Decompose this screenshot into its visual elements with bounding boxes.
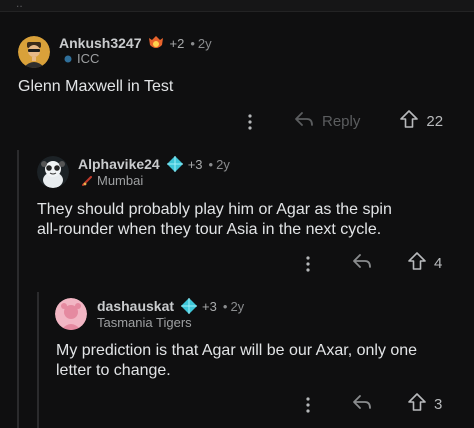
icc-icon (64, 55, 72, 63)
avatar[interactable] (18, 36, 50, 68)
upvote-icon (400, 110, 419, 133)
avatar[interactable] (37, 156, 69, 188)
user-flair: Tasmania Tigers (97, 315, 192, 330)
upvote-icon (408, 252, 426, 275)
more-options-icon[interactable] (240, 113, 260, 130)
comment-body-line: They should probably play him or Agar as… (37, 201, 392, 218)
comment-body: Glenn Maxwell in Test (18, 78, 174, 95)
diamond-badge-icon (180, 298, 198, 314)
comment-body-line: all-rounder when they tour Asia in the n… (37, 221, 382, 238)
vote-count: 22 (426, 113, 444, 130)
comment-body: They should probably play him or Agar as… (37, 200, 392, 240)
reply-label: Reply (322, 113, 361, 130)
avatar[interactable] (55, 298, 87, 330)
separator-dot: • (190, 35, 195, 51)
upvote-button[interactable]: 3 (408, 393, 442, 416)
badge-count: +3 (202, 298, 217, 314)
reply-icon (352, 253, 372, 274)
badge-count: +2 (169, 35, 185, 51)
badge-count: +3 (187, 156, 203, 172)
previous-comment-strip: .. (0, 0, 474, 12)
username[interactable]: Alphavike24 (78, 156, 160, 172)
user-flair: ICC (77, 51, 100, 66)
comment-age: 2y (216, 156, 230, 172)
mumbai-icon (82, 175, 92, 186)
reply-button[interactable]: Reply (294, 111, 360, 132)
separator-dot: • (208, 156, 214, 172)
username[interactable]: Ankush3247 (59, 35, 141, 51)
comment-age: 2y (197, 35, 212, 51)
thread-line-level-1[interactable] (17, 150, 19, 428)
username[interactable]: dashauskat (97, 298, 174, 314)
reply-icon (294, 111, 314, 132)
diamond-badge-icon (166, 156, 184, 172)
user-flair: Mumbai (97, 173, 144, 188)
comment-body: My prediction is that Agar will be our A… (56, 341, 417, 381)
separator-dot: • (222, 298, 228, 314)
previous-dots: .. (16, 0, 23, 10)
reply-button[interactable] (352, 394, 372, 415)
vote-count: 3 (434, 396, 443, 413)
reply-button[interactable] (352, 253, 372, 274)
thread-line-level-2[interactable] (37, 292, 39, 428)
upvote-button[interactable]: 4 (408, 252, 442, 275)
upvote-icon (408, 393, 426, 416)
comment-age: 2y (230, 298, 245, 314)
more-options-icon[interactable] (300, 255, 316, 272)
vote-count: 4 (434, 255, 443, 272)
fire-shield-badge-icon (147, 35, 165, 51)
comment-body-line: letter to change. (56, 362, 171, 379)
comment-body-line: My prediction is that Agar will be our A… (56, 342, 418, 359)
reply-icon (352, 394, 372, 415)
upvote-button[interactable]: 22 (400, 110, 443, 133)
more-options-icon[interactable] (300, 396, 316, 413)
